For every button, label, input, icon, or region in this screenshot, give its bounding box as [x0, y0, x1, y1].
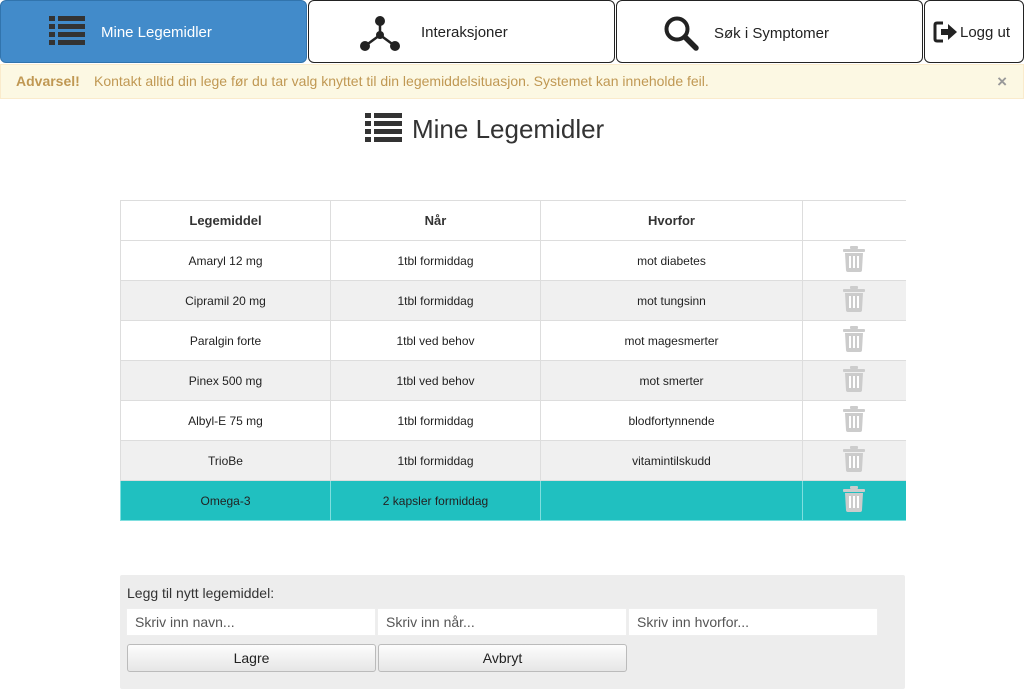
- column-header-hvorfor: Hvorfor: [540, 200, 803, 241]
- trash-icon[interactable]: [843, 326, 866, 355]
- medication-name-cell: TrioBe: [120, 440, 331, 481]
- trash-icon[interactable]: [843, 406, 866, 435]
- table-row[interactable]: Pinex 500 mg 1tbl ved behov mot smerter: [120, 360, 906, 401]
- medication-name-cell: Omega-3: [120, 480, 331, 521]
- medication-why-cell: mot smerter: [540, 360, 803, 401]
- form-title: Legg til nytt legemiddel:: [127, 585, 275, 601]
- actions-cell: [802, 320, 906, 361]
- trash-icon[interactable]: [843, 366, 866, 395]
- logout-button[interactable]: Logg ut: [924, 0, 1024, 63]
- trash-icon[interactable]: [843, 246, 866, 275]
- medication-why-cell: [540, 480, 803, 521]
- nav-mine-legemidler[interactable]: Mine Legemidler: [0, 0, 307, 63]
- medication-when-cell: 1tbl formiddag: [330, 400, 541, 441]
- column-header-actions: [802, 200, 906, 241]
- medication-when-cell: 1tbl formiddag: [330, 240, 541, 281]
- medication-why-cell: mot magesmerter: [540, 320, 803, 361]
- nav-label: Logg ut: [960, 24, 1011, 41]
- network-icon: [359, 15, 401, 60]
- medication-when-cell: 1tbl ved behov: [330, 360, 541, 401]
- table-row[interactable]: Omega-3 2 kapsler formiddag: [120, 480, 906, 521]
- medication-why-cell: mot diabetes: [540, 240, 803, 281]
- nav-interaksjoner[interactable]: Interaksjoner: [308, 0, 615, 63]
- alert-title: Advarsel!: [16, 73, 80, 89]
- table-row[interactable]: Paralgin forte 1tbl ved behov mot magesmer…: [120, 320, 906, 361]
- list-icon: [49, 15, 85, 50]
- medication-when-cell: 1tbl ved behov: [330, 320, 541, 361]
- actions-cell: [802, 400, 906, 441]
- medication-name-cell: Albyl-E 75 mg: [120, 400, 331, 441]
- medication-name-cell: Pinex 500 mg: [120, 360, 331, 401]
- name-input[interactable]: [126, 608, 376, 636]
- medication-when-cell: 1tbl formiddag: [330, 280, 541, 321]
- alert-message: Kontakt alltid din lege før du tar valg …: [94, 73, 709, 89]
- medication-table: Legemiddel Når Hvorfor Amaryl 12 mg 1tbl …: [120, 200, 906, 521]
- actions-cell: [802, 280, 906, 321]
- trash-icon[interactable]: [843, 446, 866, 475]
- actions-cell: [802, 360, 906, 401]
- why-input[interactable]: [628, 608, 878, 636]
- page-title: Mine Legemidler: [412, 114, 605, 144]
- table-row[interactable]: Amaryl 12 mg 1tbl formiddag mot diabetes: [120, 240, 906, 281]
- page-heading: Mine Legemidler: [365, 112, 604, 147]
- trash-icon[interactable]: [843, 486, 866, 515]
- when-input[interactable]: [377, 608, 627, 636]
- warning-alert: Advarsel! Kontakt alltid din lege før du…: [0, 64, 1024, 99]
- medication-name-cell: Amaryl 12 mg: [120, 240, 331, 281]
- nav-label: Mine Legemidler: [101, 24, 212, 41]
- table-row[interactable]: TrioBe 1tbl formiddag vitamintilskudd: [120, 440, 906, 481]
- logout-icon: [933, 21, 959, 48]
- column-header-legemiddel: Legemiddel: [120, 200, 331, 241]
- medication-name-cell: Cipramil 20 mg: [120, 280, 331, 321]
- cancel-button[interactable]: Avbryt: [378, 644, 627, 672]
- actions-cell: [802, 440, 906, 481]
- close-icon[interactable]: ×: [997, 73, 1007, 91]
- table-row[interactable]: Cipramil 20 mg 1tbl formiddag mot tungsinn: [120, 280, 906, 321]
- top-navigation: Mine Legemidler Interaksjoner Søk i Symp…: [0, 0, 1024, 64]
- medication-when-cell: 2 kapsler formiddag: [330, 480, 541, 521]
- nav-label: Søk i Symptomer: [714, 25, 830, 42]
- nav-label: Interaksjoner: [421, 24, 508, 41]
- medication-why-cell: blodfortynnende: [540, 400, 803, 441]
- table-row[interactable]: Albyl-E 75 mg 1tbl formiddag blodfortynnen…: [120, 400, 906, 441]
- trash-icon[interactable]: [843, 286, 866, 315]
- save-button[interactable]: Lagre: [127, 644, 376, 672]
- nav-sok-i-symptomer[interactable]: Søk i Symptomer: [616, 0, 923, 63]
- table-header-row: Legemiddel Når Hvorfor: [120, 200, 906, 241]
- medication-name-cell: Paralgin forte: [120, 320, 331, 361]
- medication-why-cell: mot tungsinn: [540, 280, 803, 321]
- medication-why-cell: vitamintilskudd: [540, 440, 803, 481]
- actions-cell: [802, 480, 906, 521]
- add-medication-form: Legg til nytt legemiddel: Lagre Avbryt: [120, 575, 905, 689]
- column-header-nar: Når: [330, 200, 541, 241]
- list-icon: [365, 112, 402, 147]
- medication-when-cell: 1tbl formiddag: [330, 440, 541, 481]
- search-icon: [663, 15, 699, 56]
- actions-cell: [802, 240, 906, 281]
